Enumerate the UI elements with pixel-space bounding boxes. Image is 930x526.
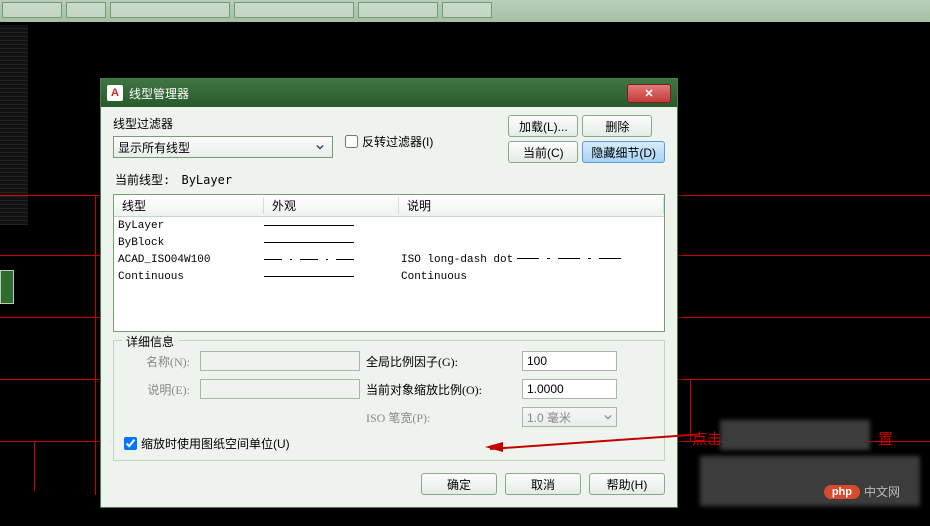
help-button[interactable]: 帮助(H): [589, 473, 665, 495]
table-row[interactable]: Continuous Continuous: [114, 268, 664, 285]
table-row[interactable]: ByLayer: [114, 217, 664, 234]
close-icon: ✕: [644, 87, 653, 100]
load-button[interactable]: 加载(L)...: [508, 115, 578, 137]
annotation-text: 点击: [692, 428, 722, 449]
row-swatch: [264, 225, 399, 226]
global-scale-input[interactable]: [522, 351, 617, 371]
details-legend: 详细信息: [122, 333, 178, 350]
row-swatch: [264, 242, 399, 243]
col-name[interactable]: 线型: [114, 197, 264, 214]
list-header: 线型 外观 说明: [114, 195, 664, 217]
linetype-manager-dialog: A 线型管理器 ✕ 线型过滤器 显示所有线型 反转过滤器(I) 加载(L)...: [100, 78, 678, 508]
filter-label: 线型过滤器: [113, 115, 333, 132]
use-paper-units-label: 缩放时使用图纸空间单位(U): [141, 435, 290, 452]
chevron-down-icon: [604, 413, 612, 421]
row-desc: Continuous: [399, 271, 664, 283]
row-name: ACAD_ISO04W100: [114, 254, 264, 266]
set-current-button[interactable]: 当前(C): [508, 141, 578, 163]
use-paper-units-input[interactable]: [124, 437, 137, 450]
filter-combo[interactable]: 显示所有线型: [113, 136, 333, 158]
table-row[interactable]: ByBlock: [114, 234, 664, 251]
row-desc: ISO long-dash dot: [399, 254, 664, 266]
hide-details-button[interactable]: 隐藏细节(D): [582, 141, 665, 163]
name-field-label: 名称(N):: [124, 353, 194, 370]
row-swatch: [264, 259, 399, 260]
row-name: ByLayer: [114, 220, 264, 232]
col-appearance[interactable]: 外观: [264, 197, 399, 214]
invert-filter-checkbox[interactable]: 反转过滤器(I): [345, 133, 433, 150]
invert-filter-input[interactable]: [345, 135, 358, 148]
watermark: php 中文网: [824, 483, 900, 500]
cancel-button[interactable]: 取消: [505, 473, 581, 495]
col-description[interactable]: 说明: [399, 197, 664, 214]
delete-button[interactable]: 删除: [582, 115, 652, 137]
annotation-text-2: 置: [878, 428, 893, 449]
object-scale-input[interactable]: [522, 379, 617, 399]
object-scale-label: 当前对象缩放比例(O):: [366, 381, 516, 398]
watermark-brand: php: [824, 485, 860, 499]
current-linetype-value: ByLayer: [181, 173, 232, 187]
app-icon: A: [107, 85, 123, 101]
watermark-cn: 中文网: [864, 483, 900, 500]
linetype-list[interactable]: 线型 外观 说明 ByLayer ByBlock ACAD_ISO04W100 ISO…: [113, 194, 665, 332]
top-toolbar-strip: [0, 0, 930, 22]
close-button[interactable]: ✕: [627, 84, 671, 103]
name-field[interactable]: [200, 351, 360, 371]
dialog-title: 线型管理器: [129, 85, 627, 102]
global-scale-label: 全局比例因子(G):: [366, 353, 516, 370]
table-row[interactable]: ACAD_ISO04W100 ISO long-dash dot: [114, 251, 664, 268]
invert-filter-label: 反转过滤器(I): [362, 133, 433, 150]
row-name: Continuous: [114, 271, 264, 283]
current-linetype-row: 当前线型: ByLayer: [113, 163, 665, 194]
current-linetype-label: 当前线型:: [115, 173, 170, 187]
ok-button[interactable]: 确定: [421, 473, 497, 495]
annotation-arrow-head: [485, 442, 503, 452]
row-name: ByBlock: [114, 237, 264, 249]
row-swatch: [264, 276, 399, 277]
dialog-titlebar[interactable]: A 线型管理器 ✕: [101, 79, 677, 107]
desc-field[interactable]: [200, 379, 360, 399]
iso-pen-combo: 1.0 毫米: [522, 407, 617, 427]
blurred-region: [720, 420, 870, 450]
chevron-down-icon: [312, 139, 328, 155]
iso-pen-value: 1.0 毫米: [527, 409, 571, 426]
desc-field-label: 说明(E):: [124, 381, 194, 398]
iso-pen-label: ISO 笔宽(P):: [366, 409, 516, 426]
filter-selected: 显示所有线型: [118, 139, 190, 156]
